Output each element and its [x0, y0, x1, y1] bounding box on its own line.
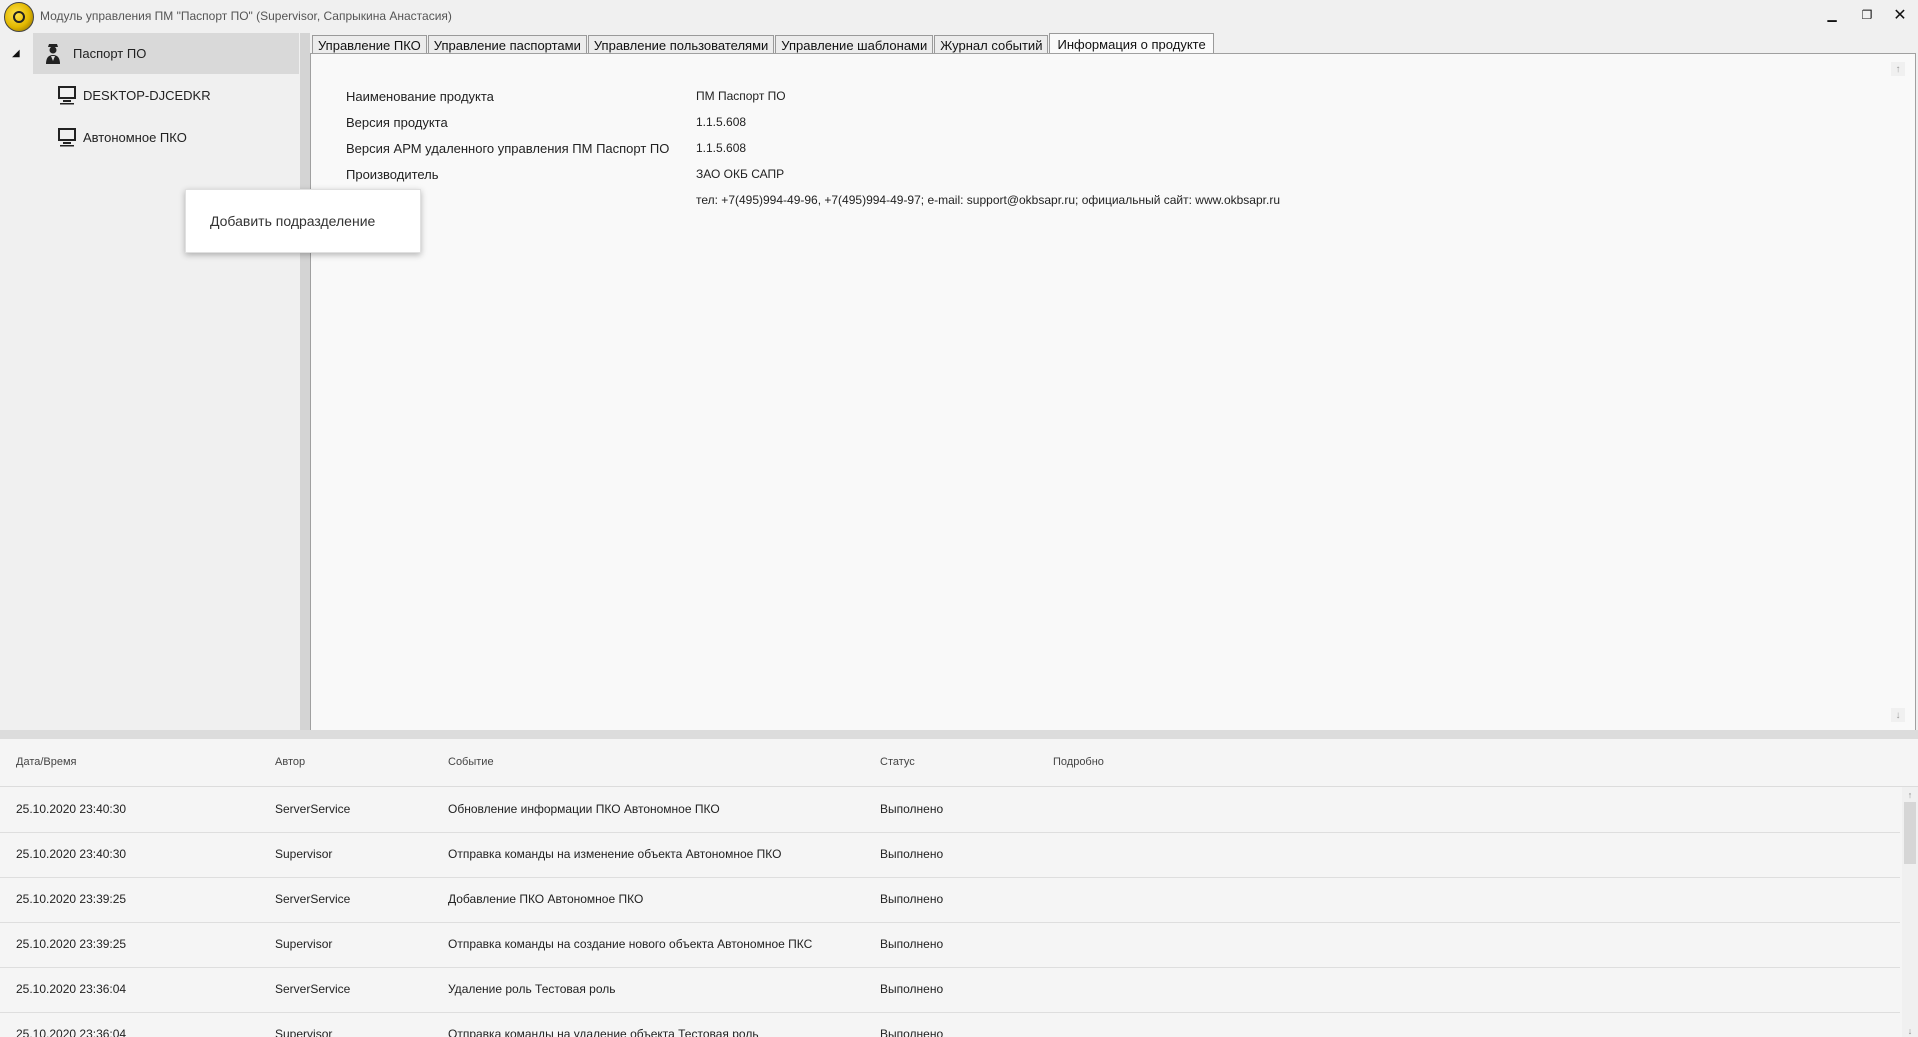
- title-bar: Модуль управления ПМ "Паспорт ПО" (Super…: [0, 0, 1918, 32]
- tab-templates[interactable]: Управление шаблонами: [775, 35, 934, 54]
- window-title: Модуль управления ПМ "Паспорт ПО" (Super…: [40, 9, 452, 23]
- events-table: Дата/Время Автор Событие Статус Подробно…: [0, 739, 1918, 1037]
- cell-event: Удаление роль Тестовая роль: [448, 982, 616, 996]
- product-name-value: ПМ Паспорт ПО: [696, 89, 786, 103]
- table-row[interactable]: 25.10.2020 23:39:25 Supervisor Отправка …: [0, 922, 1900, 968]
- cell-status: Выполнено: [880, 802, 944, 816]
- computer-icon: [58, 86, 76, 105]
- tab-users[interactable]: Управление пользователями: [587, 35, 775, 54]
- add-department-menu-item[interactable]: Добавить подразделение: [210, 213, 375, 229]
- column-header-details[interactable]: Подробно: [1053, 756, 1104, 768]
- product-version-value: 1.1.5.608: [696, 115, 747, 129]
- product-name-label: Наименование продукта: [346, 89, 494, 104]
- cell-datetime: 25.10.2020 23:39:25: [16, 937, 127, 951]
- cell-author: ServerService: [275, 982, 351, 996]
- manufacturer-value: ЗАО ОКБ САПР: [696, 167, 785, 181]
- table-row[interactable]: 25.10.2020 23:40:30 Supervisor Отправка …: [0, 832, 1900, 878]
- table-row[interactable]: 25.10.2020 23:36:04 Supervisor Отправка …: [0, 1012, 1900, 1037]
- tree-collapse-icon[interactable]: ◢: [12, 48, 20, 59]
- tab-product-info[interactable]: Информация о продукте: [1049, 33, 1214, 55]
- tree-item-label: Паспорт ПО: [73, 46, 147, 61]
- cell-event: Отправка команды на создание нового объе…: [448, 937, 813, 951]
- column-header-author[interactable]: Автор: [275, 756, 305, 768]
- column-header-status[interactable]: Статус: [880, 756, 915, 768]
- horizontal-splitter[interactable]: [0, 730, 1918, 739]
- cell-status: Выполнено: [880, 847, 944, 861]
- column-header-event[interactable]: Событие: [448, 756, 494, 768]
- cell-event: Отправка команды на изменение объекта Ав…: [448, 847, 782, 861]
- minimize-icon[interactable]: ▁: [1820, 4, 1844, 26]
- cell-status: Выполнено: [880, 937, 944, 951]
- restore-icon[interactable]: ❐: [1855, 4, 1879, 26]
- events-scrollbar[interactable]: ↑ ↓: [1902, 787, 1918, 1037]
- tree-item-desktop[interactable]: DESKTOP-DJCEDKR: [57, 80, 211, 110]
- tab-pko[interactable]: Управление ПКО: [312, 35, 427, 54]
- cell-event: Обновление информации ПКО Автономное ПКО: [448, 802, 720, 816]
- computer-icon: [58, 128, 76, 147]
- column-header-datetime[interactable]: Дата/Время: [16, 756, 77, 768]
- cell-author: Supervisor: [275, 847, 333, 861]
- tree-panel: ◢ Паспорт ПО DESKTOP-DJCEDKR Автономное …: [0, 33, 300, 730]
- cell-status: Выполнено: [880, 1027, 944, 1037]
- product-version-label: Версия продукта: [346, 115, 448, 130]
- contacts-value: тел: +7(495)994-49-96, +7(495)994-49-97;…: [696, 193, 1280, 207]
- vertical-splitter[interactable]: [300, 33, 310, 740]
- table-row[interactable]: 25.10.2020 23:39:25 ServerService Добавл…: [0, 877, 1900, 923]
- scroll-down-icon[interactable]: ↓: [1904, 1025, 1916, 1037]
- manufacturer-label: Производитель: [346, 167, 439, 182]
- cell-status: Выполнено: [880, 892, 944, 906]
- tab-passports[interactable]: Управление паспортами: [427, 35, 587, 54]
- scrollbar-thumb[interactable]: [1904, 802, 1916, 864]
- cell-datetime: 25.10.2020 23:36:04: [16, 982, 127, 996]
- cell-author: Supervisor: [275, 1027, 333, 1037]
- cell-author: ServerService: [275, 892, 351, 906]
- tree-item-autonomous[interactable]: Автономное ПКО: [57, 122, 187, 152]
- cell-datetime: 25.10.2020 23:36:04: [16, 1027, 127, 1037]
- cell-event: Отправка команды на удаление объекта Тес…: [448, 1027, 759, 1037]
- arm-version-value: 1.1.5.608: [696, 141, 747, 155]
- scroll-down-icon[interactable]: ↓: [1891, 708, 1905, 722]
- tab-event-log[interactable]: Журнал событий: [934, 35, 1049, 54]
- table-row[interactable]: 25.10.2020 23:36:04 ServerService Удален…: [0, 967, 1900, 1013]
- tree-item-passport[interactable]: Паспорт ПО: [33, 33, 299, 74]
- context-menu: Добавить подразделение: [185, 189, 421, 253]
- tab-bar: Управление ПКО Управление паспортами Упр…: [312, 33, 1215, 55]
- close-icon[interactable]: ✕: [1888, 4, 1912, 26]
- table-row[interactable]: 25.10.2020 23:40:30 ServerService Обновл…: [0, 787, 1900, 833]
- supervisor-icon: [46, 43, 60, 64]
- cell-datetime: 25.10.2020 23:40:30: [16, 847, 127, 861]
- app-logo-icon: [4, 2, 34, 32]
- cell-datetime: 25.10.2020 23:40:30: [16, 802, 127, 816]
- scroll-up-icon[interactable]: ↑: [1904, 789, 1916, 801]
- product-info-panel: Наименование продукта ПМ Паспорт ПО Верс…: [310, 53, 1916, 731]
- cell-event: Добавление ПКО Автономное ПКО: [448, 892, 644, 906]
- tree-item-label: DESKTOP-DJCEDKR: [83, 87, 211, 103]
- cell-author: Supervisor: [275, 937, 333, 951]
- cell-status: Выполнено: [880, 982, 944, 996]
- tree-item-label: Автономное ПКО: [83, 129, 187, 145]
- arm-version-label: Версия АРМ удаленного управления ПМ Пасп…: [346, 141, 670, 156]
- events-header: Дата/Время Автор Событие Статус Подробно: [0, 739, 1918, 787]
- cell-author: ServerService: [275, 802, 351, 816]
- scroll-up-icon[interactable]: ↑: [1891, 62, 1905, 76]
- cell-datetime: 25.10.2020 23:39:25: [16, 892, 127, 906]
